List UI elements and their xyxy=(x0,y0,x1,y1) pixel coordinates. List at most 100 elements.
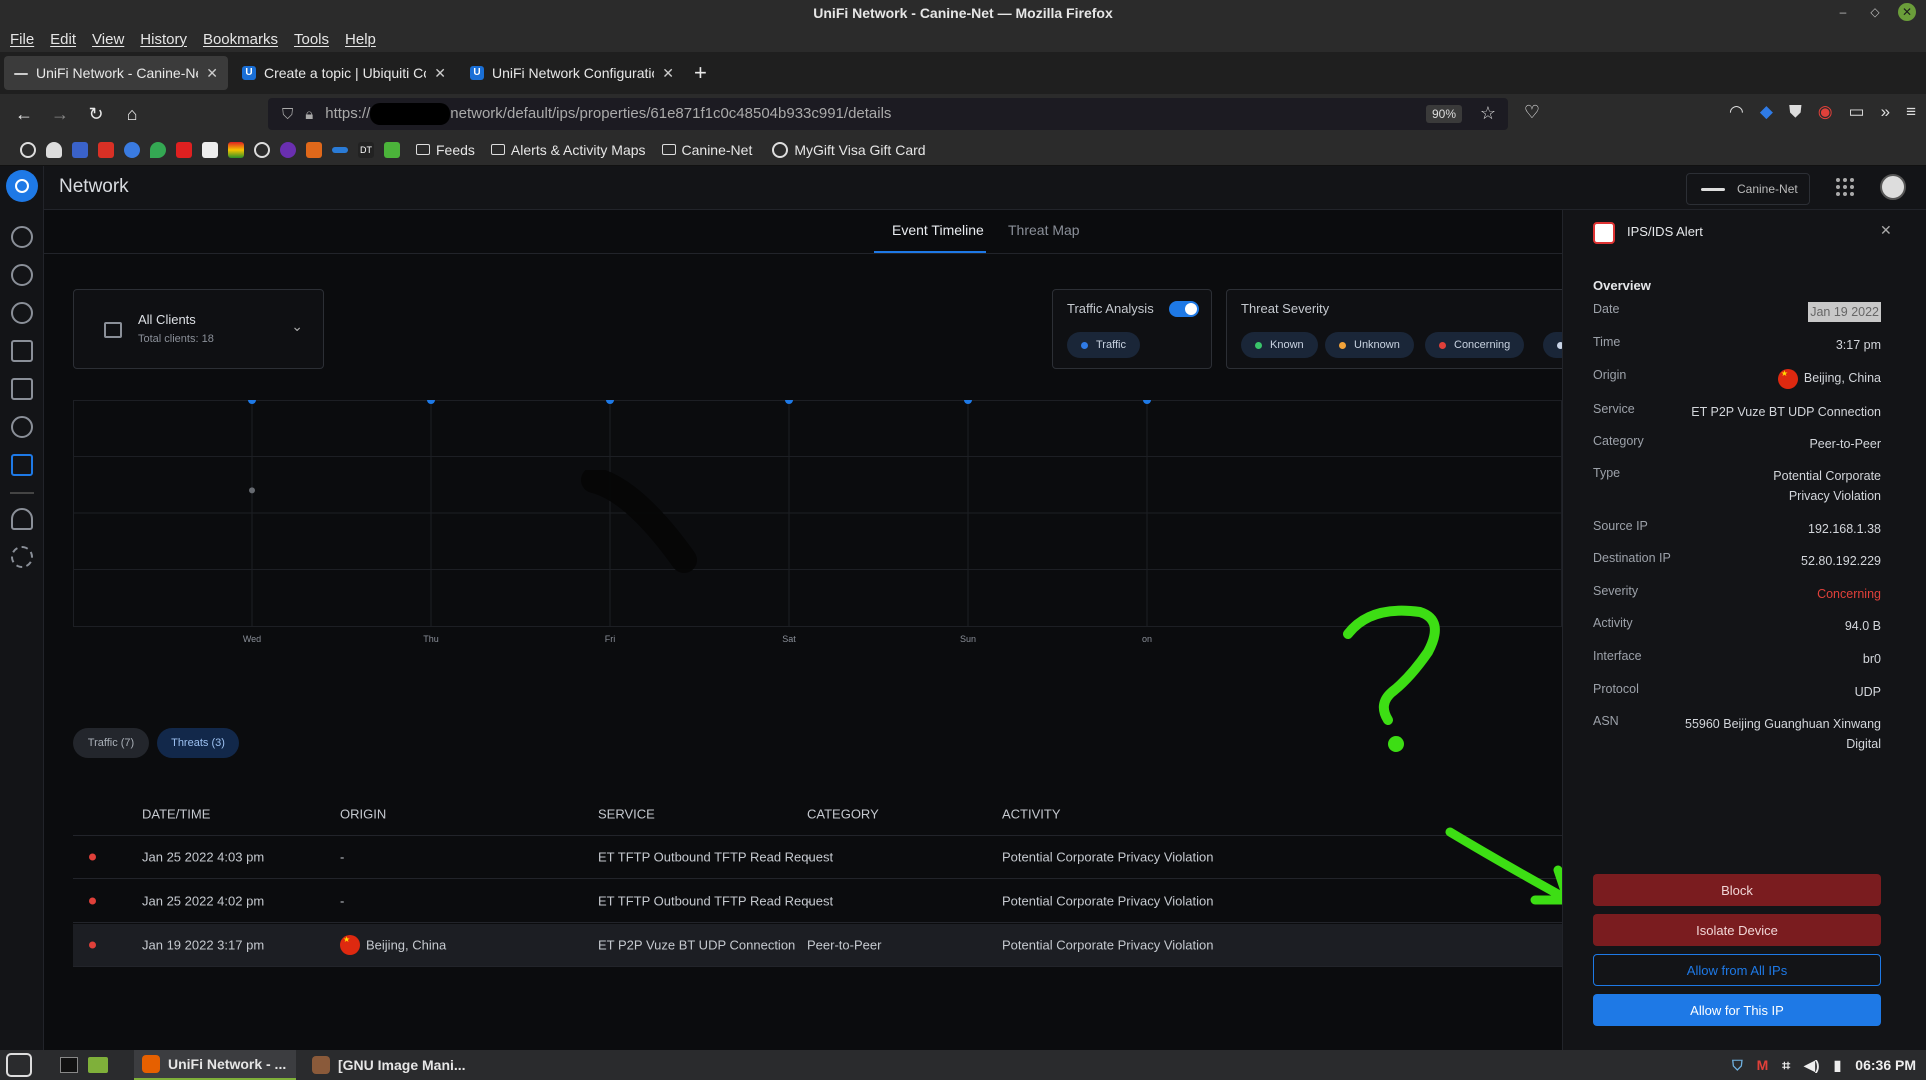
table-row[interactable]: Jan 25 2022 4:02 pm - ET TFTP Outbound T… xyxy=(73,880,1562,923)
devices-icon[interactable] xyxy=(11,302,33,324)
orange-site-icon[interactable] xyxy=(306,141,322,158)
mail-tray-icon[interactable]: M xyxy=(1757,1057,1769,1073)
mail-icon[interactable] xyxy=(72,141,88,158)
battery-icon[interactable]: ▮ xyxy=(1834,1057,1842,1074)
globe-icon[interactable] xyxy=(20,141,36,158)
maximize-icon[interactable]: ◇ xyxy=(1866,3,1884,21)
news-icon[interactable] xyxy=(228,141,244,158)
insights-icon[interactable] xyxy=(11,416,33,438)
tab-event-timeline[interactable]: Event Timeline xyxy=(892,222,984,238)
close-icon[interactable]: ✕ xyxy=(1898,3,1916,21)
pocket-icon[interactable]: ♡ xyxy=(1514,102,1550,123)
clients-icon[interactable] xyxy=(11,340,33,362)
unifi-logo-icon[interactable] xyxy=(6,170,38,202)
bookmark-mygift[interactable]: MyGift Visa Gift Card xyxy=(772,141,926,158)
minimize-icon[interactable]: – xyxy=(1834,3,1852,21)
site-switcher[interactable]: Canine-Net xyxy=(1686,173,1810,205)
url-bar[interactable]: ⛉ 🔒︎ https://network/default/ips/propert… xyxy=(268,98,1508,130)
bookmark-folder-canine-net[interactable]: Canine-Net xyxy=(661,142,752,158)
topology-icon[interactable] xyxy=(11,264,33,286)
gmail-icon[interactable] xyxy=(98,141,114,158)
person-icon[interactable] xyxy=(46,141,62,158)
account-icon[interactable] xyxy=(124,141,140,158)
new-tab-plus-icon[interactable]: + xyxy=(694,60,707,86)
legend-traffic[interactable]: Traffic xyxy=(1067,332,1140,358)
tab-close-icon[interactable]: ✕ xyxy=(206,65,218,82)
ublock-icon[interactable]: ⛊ xyxy=(1789,102,1802,122)
gear-icon[interactable] xyxy=(11,546,33,568)
legend-known[interactable]: Known xyxy=(1241,332,1318,358)
sidebar-icon[interactable]: ▭ xyxy=(1849,102,1865,122)
browser-tab-configuration[interactable]: U UniFi Network Configuratio ✕ xyxy=(460,56,684,90)
dt-site-icon[interactable]: DT xyxy=(358,141,374,158)
browser-tab-create-topic[interactable]: U Create a topic | Ubiquiti Con ✕ xyxy=(232,56,456,90)
back-arrow-icon[interactable]: ← xyxy=(6,104,42,125)
zoom-level[interactable]: 90% xyxy=(1425,105,1462,123)
header-datetime[interactable]: DATE/TIME xyxy=(142,806,210,821)
clock[interactable]: 06:36 PM xyxy=(1855,1057,1916,1073)
update-shield-icon[interactable]: ⛉ xyxy=(1732,1057,1743,1074)
taskbar-gimp[interactable]: [GNU Image Mani... xyxy=(306,1050,466,1080)
extension-icon[interactable]: ◠ xyxy=(1729,102,1744,122)
close-icon[interactable]: ✕ xyxy=(1880,222,1892,239)
dashboard-icon[interactable] xyxy=(11,226,33,248)
header-origin[interactable]: ORIGIN xyxy=(340,806,386,821)
header-category[interactable]: CATEGORY xyxy=(807,806,879,821)
menu-tools[interactable]: Tools xyxy=(294,31,329,48)
taskbar-firefox[interactable]: UniFi Network - ... xyxy=(134,1050,296,1080)
purple-site-icon[interactable] xyxy=(280,141,296,158)
menu-bookmarks[interactable]: Bookmarks xyxy=(203,31,278,48)
bar-site-icon[interactable] xyxy=(332,146,348,153)
filter-traffic[interactable]: Traffic (7) xyxy=(73,728,149,758)
menu-help[interactable]: Help xyxy=(345,31,376,48)
menu-edit[interactable]: Edit xyxy=(50,31,76,48)
bookmark-star-icon[interactable]: ☆ xyxy=(1480,103,1496,124)
block-button[interactable]: Block xyxy=(1593,874,1881,906)
reload-icon[interactable]: ↻ xyxy=(78,104,114,125)
client-selector[interactable]: All Clients Total clients: 18 ⌄ xyxy=(73,289,324,369)
header-service[interactable]: SERVICE xyxy=(598,806,655,821)
maps-pin-icon[interactable] xyxy=(150,141,166,158)
legend-unknown[interactable]: Unknown xyxy=(1325,332,1414,358)
globe-icon[interactable] xyxy=(254,141,270,158)
apps-grid-icon[interactable] xyxy=(1836,178,1854,196)
tab-close-icon[interactable]: ✕ xyxy=(662,65,674,82)
threat-management-icon[interactable] xyxy=(11,454,33,476)
tab-close-icon[interactable]: ✕ xyxy=(434,65,446,82)
browser-tab-unifi[interactable]: UniFi Network - Canine-Net ✕ xyxy=(4,56,228,90)
hamburger-menu-icon[interactable]: ≡ xyxy=(1906,102,1916,122)
legend-b[interactable]: B xyxy=(1543,332,1562,358)
avatar[interactable] xyxy=(1880,174,1906,200)
amazon-icon[interactable] xyxy=(202,141,218,158)
filter-threats[interactable]: Threats (3) xyxy=(157,728,239,758)
volume-icon[interactable]: ◀) xyxy=(1804,1057,1819,1074)
table-row[interactable]: Jan 25 2022 4:03 pm - ET TFTP Outbound T… xyxy=(73,836,1562,879)
menu-file[interactable]: File xyxy=(10,31,34,48)
menu-view[interactable]: View xyxy=(92,31,124,48)
forward-arrow-icon[interactable]: → xyxy=(42,104,78,125)
overflow-chevron-icon[interactable]: » xyxy=(1881,102,1890,122)
bitwarden-icon[interactable]: ◆ xyxy=(1760,102,1773,122)
network-icon[interactable]: ⌗ xyxy=(1782,1057,1790,1074)
menu-history[interactable]: History xyxy=(140,31,187,48)
table-row-selected[interactable]: Jan 19 2022 3:17 pm Beijing, China ET P2… xyxy=(73,924,1562,967)
youtube-icon[interactable] xyxy=(176,141,192,158)
mint-menu-icon[interactable] xyxy=(6,1053,32,1077)
legend-concerning[interactable]: Concerning xyxy=(1425,332,1525,358)
statistics-icon[interactable] xyxy=(11,378,33,400)
home-icon[interactable]: ⌂ xyxy=(114,104,150,125)
isolate-device-button[interactable]: Isolate Device xyxy=(1593,914,1881,946)
bookmark-folder-alerts[interactable]: Alerts & Activity Maps xyxy=(490,142,646,158)
bookmark-folder-feeds[interactable]: Feeds xyxy=(416,142,475,158)
allow-from-all-ips-button[interactable]: Allow from All IPs xyxy=(1593,954,1881,986)
header-activity[interactable]: ACTIVITY xyxy=(1002,806,1061,821)
shield-icon[interactable]: ⛉ xyxy=(282,106,293,123)
lock-site-icon[interactable] xyxy=(384,141,400,158)
extension-badge-icon[interactable]: ◉ xyxy=(1818,102,1833,122)
files-icon[interactable] xyxy=(88,1057,108,1073)
lock-icon[interactable]: 🔒︎ xyxy=(305,106,313,123)
terminal-icon[interactable] xyxy=(60,1057,78,1073)
allow-for-this-ip-button[interactable]: Allow for This IP xyxy=(1593,994,1881,1026)
bell-icon[interactable] xyxy=(11,508,33,530)
traffic-analysis-toggle[interactable] xyxy=(1169,301,1199,317)
